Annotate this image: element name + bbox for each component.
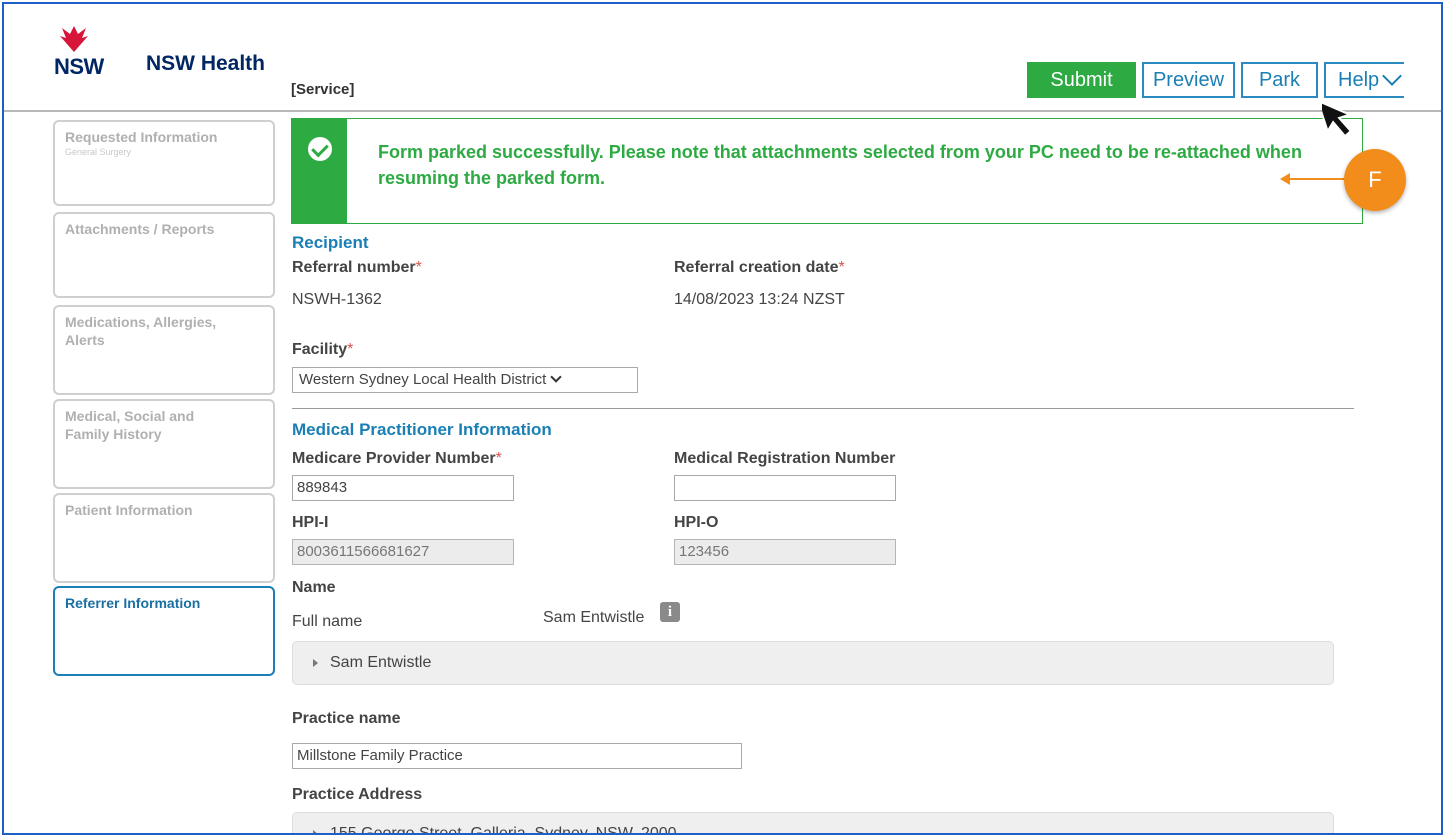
sidebar-item-label: Requested Information: [65, 129, 218, 145]
service-title: [Service]: [291, 81, 355, 98]
header-divider: [4, 110, 1441, 112]
full-name-value: Sam Entwistle: [543, 609, 645, 626]
sidebar-item-referrer-information[interactable]: Referrer Information: [53, 586, 275, 676]
help-menu-button[interactable]: Help: [1324, 62, 1404, 98]
practice-address-panel[interactable]: 155 George Street, Galleria, Sydney, NSW…: [292, 812, 1334, 835]
practice-name-label: Practice name: [292, 710, 401, 727]
preview-button[interactable]: Preview: [1142, 62, 1235, 98]
sidebar-item-medications-allergies-alerts[interactable]: Medications, Allergies, Alerts: [53, 305, 275, 395]
medical-registration-number-input[interactable]: [674, 475, 896, 501]
success-banner: Form parked successfully. Please note th…: [291, 118, 1363, 224]
app-window: NSW NSW Health [Service] Submit Preview …: [2, 2, 1443, 835]
medicare-provider-number-input[interactable]: 889843: [292, 475, 514, 501]
facility-select[interactable]: Western Sydney Local Health District: [292, 367, 638, 393]
medical-registration-number-label: Medical Registration Number: [674, 450, 896, 467]
practice-address-label: Practice Address: [292, 786, 423, 803]
info-icon[interactable]: i: [660, 602, 680, 622]
referral-creation-date-label: Referral creation date*: [674, 259, 845, 276]
sidebar-item-requested-information[interactable]: Requested Information General Surgery: [53, 120, 275, 206]
sidebar-item-label: Referrer Information: [65, 595, 201, 611]
hpi-i-label: HPI-I: [292, 514, 329, 531]
referral-number-label: Referral number*: [292, 259, 422, 276]
chevron-down-icon: [1382, 66, 1403, 86]
annotation-callout: F: [1344, 149, 1406, 211]
full-name-label: Full name: [292, 613, 363, 630]
required-marker: *: [838, 259, 845, 276]
logo-text: NSW: [54, 54, 104, 79]
sidebar-item-label: Medical, Social and Family History: [65, 408, 195, 442]
practice-name-input[interactable]: Millstone Family Practice: [292, 743, 742, 769]
sidebar-item-label: Attachments / Reports: [65, 221, 215, 237]
check-circle-icon: [308, 137, 332, 161]
hpi-o-input: 123456: [674, 539, 896, 565]
sidebar-item-sublabel: General Surgery: [65, 147, 132, 157]
facility-selected-value: Western Sydney Local Health District: [299, 371, 547, 388]
name-panel-label: Sam Entwistle: [330, 654, 432, 671]
annotation-arrow: [1280, 173, 1344, 185]
required-marker: *: [415, 259, 422, 276]
toolbar: Submit Preview Park Help: [1027, 62, 1404, 98]
sidebar-item-label: Patient Information: [65, 502, 193, 518]
referral-number-value: NSWH-1362: [292, 291, 382, 308]
nsw-logo: NSW: [52, 26, 104, 79]
waratah-icon: [60, 26, 88, 52]
chevron-down-icon: [550, 371, 562, 383]
practitioner-section-title: Medical Practitioner Information: [292, 420, 552, 439]
required-marker: *: [347, 341, 354, 358]
practice-address-value: 155 George Street, Galleria, Sydney, NSW…: [330, 825, 677, 835]
park-button[interactable]: Park: [1241, 62, 1318, 98]
sidebar-item-label: Medications, Allergies, Alerts: [65, 314, 217, 348]
section-divider: [292, 408, 1354, 409]
hpi-o-label: HPI-O: [674, 514, 719, 531]
name-label: Name: [292, 579, 336, 596]
sidebar-item-patient-information[interactable]: Patient Information: [53, 493, 275, 583]
banner-stripe: [292, 119, 347, 223]
name-details-panel[interactable]: Sam Entwistle: [292, 641, 1334, 685]
referral-creation-date-value: 14/08/2023 13:24 NZST: [674, 291, 845, 308]
help-label: Help: [1338, 68, 1380, 91]
brand-title: NSW Health: [146, 52, 266, 75]
banner-message: Form parked successfully. Please note th…: [378, 142, 1302, 188]
facility-label: Facility*: [292, 341, 354, 358]
submit-button[interactable]: Submit: [1027, 62, 1136, 98]
medicare-provider-number-label: Medicare Provider Number*: [292, 450, 502, 467]
hpi-i-input: 8003611566681627: [292, 539, 514, 565]
expand-triangle-icon: [313, 830, 318, 833]
required-marker: *: [495, 450, 502, 467]
mouse-pointer-icon: [1322, 98, 1353, 138]
sidebar-item-attachments-reports[interactable]: Attachments / Reports: [53, 212, 275, 298]
recipient-section-title: Recipient: [292, 233, 369, 252]
sidebar-item-medical-social-family-history[interactable]: Medical, Social and Family History: [53, 399, 275, 489]
expand-triangle-icon: [313, 659, 318, 667]
